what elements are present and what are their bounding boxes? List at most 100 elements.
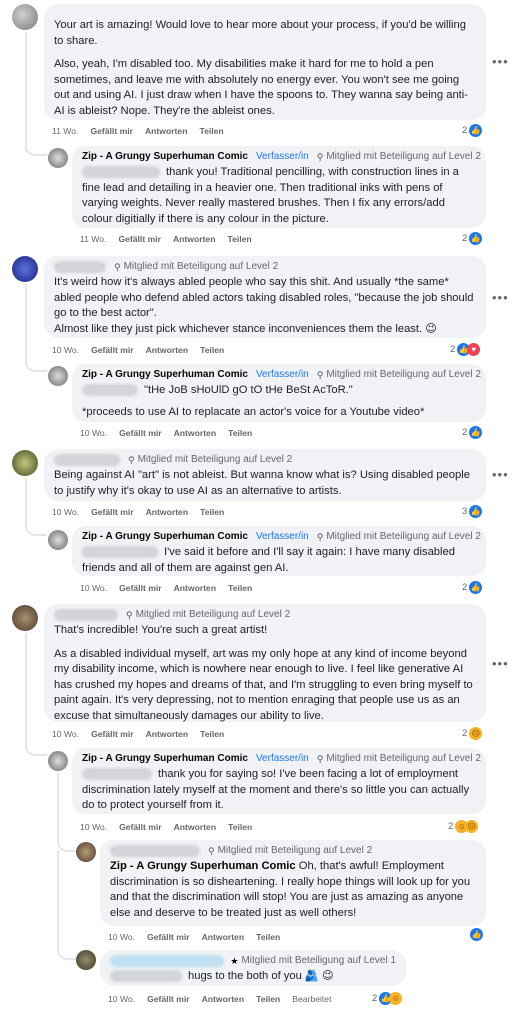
reaction-count[interactable]: 2 ☹ [462,727,483,740]
avatar[interactable] [12,4,38,30]
mentioned-page[interactable]: Zip - A Grungy Superhuman Comic [110,860,296,872]
share-button[interactable]: Teilen [228,583,252,593]
comment-header: ⚲ Mitglied mit Beteiligung auf Level 2 [54,260,476,274]
author-name[interactable] [110,845,200,857]
avatar[interactable] [48,366,68,386]
comment-time[interactable]: 10 Wo. [52,729,79,739]
more-options-icon[interactable]: ••• [492,290,509,305]
comment-actions: 10 Wo. Gefällt mir Antworten Teilen [108,932,292,942]
thread-connector [25,520,47,536]
share-button[interactable]: Teilen [200,507,224,517]
reply-button[interactable]: Antworten [146,345,189,355]
share-button[interactable]: Teilen [256,994,280,1004]
share-button[interactable]: Teilen [256,932,280,942]
like-button[interactable]: Gefällt mir [90,126,133,136]
comment-time[interactable]: 10 Wo. [108,932,135,942]
thread-connector [25,356,47,372]
reply-button[interactable]: Antworten [173,234,216,244]
more-options-icon[interactable]: ••• [492,54,509,69]
author-name[interactable] [54,454,120,466]
author-name[interactable] [110,955,225,967]
reaction-count[interactable]: 2 👍 [462,232,483,245]
share-button[interactable]: Teilen [200,345,224,355]
comment-time[interactable]: 10 Wo. [108,994,135,1004]
thread-line [25,633,27,743]
reaction-count[interactable]: 2 ☺ ☹ [448,820,479,833]
thread-line [25,32,27,152]
comment-time[interactable]: 10 Wo. [52,345,79,355]
member-badge: ⚲ Mitglied mit Beteiligung auf Level 2 [316,531,481,542]
like-reaction-icon: 👍 [469,581,483,594]
avatar[interactable] [76,842,96,862]
comment-time[interactable]: 10 Wo. [80,822,107,832]
mentioned-user[interactable] [82,546,158,559]
like-button[interactable]: Gefällt mir [119,583,162,593]
member-badge: ⚲ Mitglied mit Beteiligung auf Level 2 [316,151,481,162]
thread-line [25,284,27,364]
author-name[interactable]: Zip - A Grungy Superhuman Comic [82,530,248,544]
comment-time[interactable]: 11 Wo. [80,234,106,244]
author-name[interactable]: Zip - A Grungy Superhuman Comic [82,150,248,164]
reply-button[interactable]: Antworten [174,583,217,593]
reply-button[interactable]: Antworten [174,428,217,438]
reply-button[interactable]: Antworten [145,126,188,136]
mentioned-user[interactable] [82,768,152,781]
avatar[interactable] [12,605,38,631]
avatar[interactable] [76,950,96,970]
avatar[interactable] [12,256,38,282]
member-badge: ⚲ Mitglied mit Beteiligung auf Level 2 [128,454,293,465]
share-button[interactable]: Teilen [200,729,224,739]
avatar[interactable] [48,751,68,771]
avatar[interactable] [48,530,68,550]
share-button[interactable]: Teilen [227,234,251,244]
reaction-count[interactable]: 2 👍 ♥ [450,343,481,356]
reply-button[interactable]: Antworten [202,994,245,1004]
share-button[interactable]: Teilen [228,428,252,438]
more-options-icon[interactable]: ••• [492,467,509,482]
reply-button[interactable]: Antworten [202,932,245,942]
mentioned-user[interactable] [82,166,160,179]
like-button[interactable]: Gefällt mir [119,822,162,832]
thread-connector [57,944,77,960]
thread-connector [57,836,77,852]
share-button[interactable]: Teilen [228,822,252,832]
reaction-count[interactable]: 2 👍 [462,581,483,594]
share-button[interactable]: Teilen [199,126,223,136]
reply-button[interactable]: Antworten [174,822,217,832]
edited-label: Bearbeitet [292,994,332,1004]
comment-bubble: Zip - A Grungy Superhuman Comic Verfasse… [72,146,486,228]
like-button[interactable]: Gefällt mir [91,345,134,355]
thread-line [57,773,59,843]
reaction-count[interactable]: 3 👍 [462,505,483,518]
like-button[interactable]: Gefällt mir [119,428,162,438]
author-name[interactable]: Zip - A Grungy Superhuman Comic [82,368,248,382]
author-tag: Verfasser/in [255,151,309,162]
comment-time[interactable]: 11 Wo. [52,126,78,136]
comment-time[interactable]: 10 Wo. [80,428,107,438]
like-button[interactable]: Gefällt mir [91,507,134,517]
reaction-count[interactable]: 2 👍 [462,426,483,439]
comment-header: Zip - A Grungy Superhuman Comic Verfasse… [82,150,481,164]
avatar[interactable] [48,148,68,168]
avatar[interactable] [12,450,38,476]
reply-button[interactable]: Antworten [146,507,189,517]
more-options-icon[interactable]: ••• [492,656,509,671]
like-button[interactable]: Gefällt mir [147,994,190,1004]
comment-time[interactable]: 10 Wo. [80,583,107,593]
reaction-count[interactable]: 2 👍 ☺ [372,992,403,1005]
member-badge: ⚲ Mitglied mit Beteiligung auf Level 2 [208,845,373,856]
like-button[interactable]: Gefällt mir [147,932,190,942]
reaction-count[interactable]: 2 👍 [462,124,483,137]
comment-time[interactable]: 10 Wo. [52,507,79,517]
like-button[interactable]: Gefällt mir [118,234,161,244]
author-name[interactable]: Zip - A Grungy Superhuman Comic [82,752,248,766]
comment-actions: 10 Wo. Gefällt mir Antworten Teilen Bear… [108,994,343,1004]
mentioned-user[interactable] [82,384,138,397]
like-button[interactable]: Gefällt mir [91,729,134,739]
reaction-count[interactable]: 👍 [468,928,483,941]
mentioned-user[interactable] [110,970,182,983]
badge-icon: ⚲ [208,846,215,856]
author-name[interactable] [54,609,118,621]
reply-button[interactable]: Antworten [146,729,189,739]
author-name[interactable] [54,261,106,273]
